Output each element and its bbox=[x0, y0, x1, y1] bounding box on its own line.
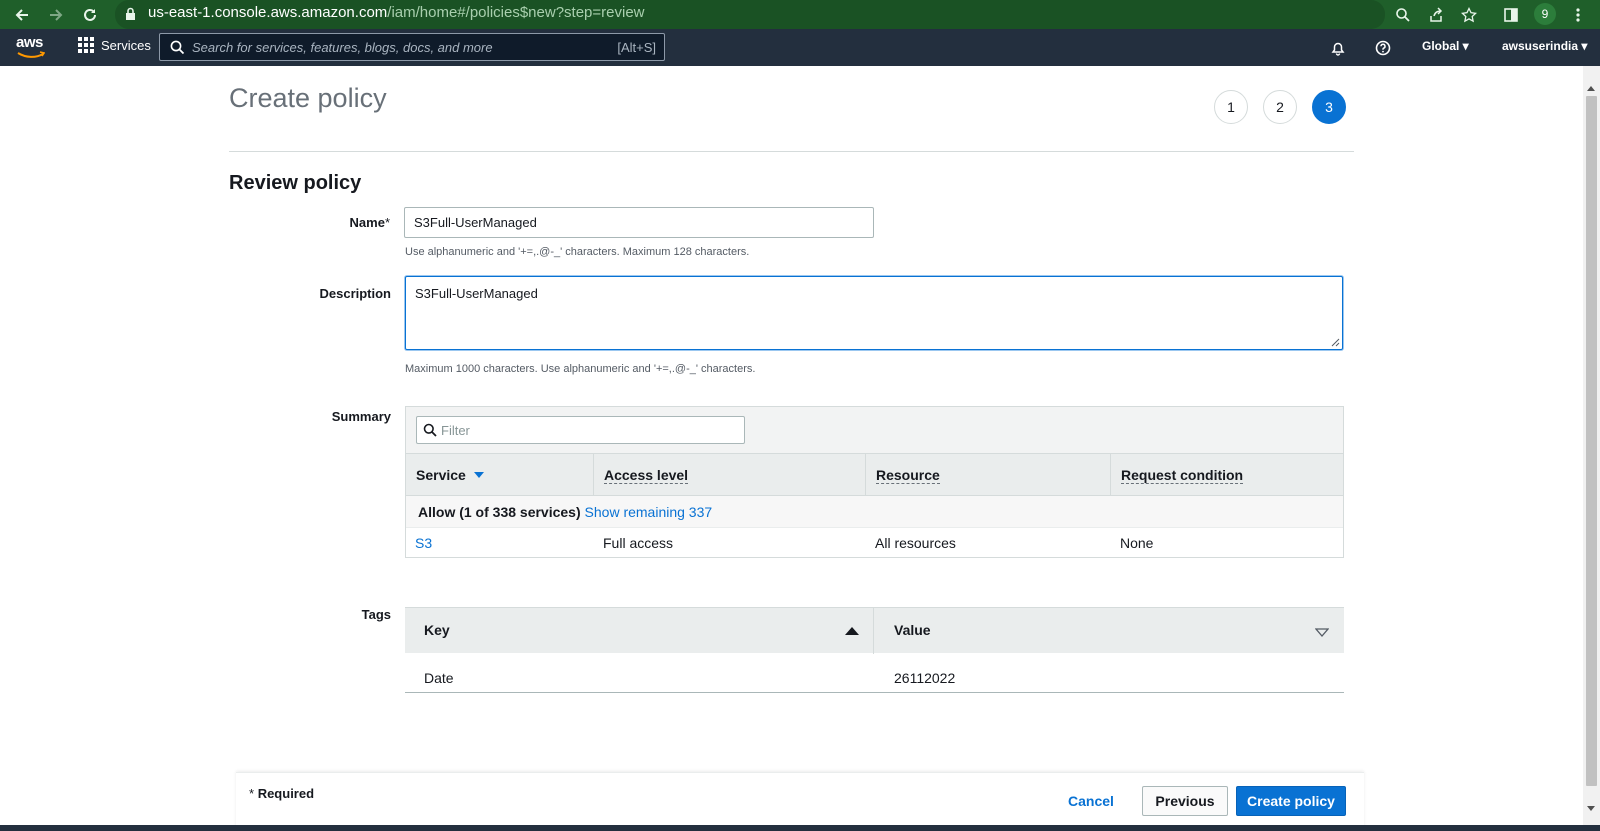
region-selector[interactable]: Global ▾ bbox=[1422, 39, 1469, 53]
scrollbar-thumb[interactable] bbox=[1586, 96, 1597, 786]
bell-icon[interactable] bbox=[1328, 38, 1348, 58]
step-1[interactable]: 1 bbox=[1214, 90, 1248, 124]
access-level-cell: Full access bbox=[603, 535, 674, 551]
cancel-button[interactable]: Cancel bbox=[1056, 786, 1126, 816]
required-note: * Required bbox=[249, 786, 314, 801]
region-label: Global bbox=[1422, 39, 1460, 53]
url-path: /iam/home#/policies$new?step=review bbox=[387, 4, 645, 21]
service-link-s3[interactable]: S3 bbox=[415, 535, 432, 551]
required-note-star: * bbox=[249, 786, 255, 801]
address-bar[interactable]: us-east-1.console.aws.amazon.com/iam/hom… bbox=[115, 0, 1385, 29]
required-note-label: Required bbox=[257, 786, 315, 801]
column-header-resource[interactable]: Resource bbox=[866, 454, 1111, 496]
search-icon bbox=[423, 423, 437, 442]
summary-table: Filter Service Access level Resource Req… bbox=[405, 406, 1344, 558]
account-menu[interactable]: awsuserindia ▾ bbox=[1502, 39, 1587, 53]
tags-label: Tags bbox=[361, 607, 391, 622]
url-text: us-east-1.console.aws.amazon.com/iam/hom… bbox=[148, 4, 645, 21]
share-icon[interactable] bbox=[1425, 4, 1447, 26]
sort-toggle-icon[interactable] bbox=[1315, 628, 1329, 637]
search-icon bbox=[170, 40, 185, 60]
policy-description-textarea[interactable]: S3Full-UserManaged bbox=[405, 276, 1343, 350]
tags-table: Key Value Date 26112022 bbox=[405, 607, 1344, 693]
column-header-access-level[interactable]: Access level bbox=[594, 454, 866, 496]
column-label: Request condition bbox=[1121, 466, 1244, 484]
forward-icon[interactable] bbox=[45, 4, 67, 26]
aws-logo[interactable]: aws bbox=[16, 34, 43, 51]
policy-name-input[interactable] bbox=[404, 207, 874, 238]
lock-icon bbox=[125, 7, 136, 26]
help-icon[interactable] bbox=[1373, 38, 1393, 58]
show-remaining-link[interactable]: Show remaining 337 bbox=[585, 504, 713, 520]
column-label: Resource bbox=[876, 466, 940, 484]
tags-header-row: Key Value bbox=[405, 607, 1344, 654]
name-label: Name* bbox=[330, 215, 390, 230]
description-hint: Maximum 1000 characters. Use alphanumeri… bbox=[405, 363, 756, 375]
services-label: Services bbox=[101, 37, 151, 53]
column-divider bbox=[873, 608, 874, 654]
previous-button[interactable]: Previous bbox=[1142, 786, 1228, 816]
star-icon[interactable] bbox=[1458, 4, 1480, 26]
required-star: * bbox=[384, 215, 390, 230]
column-header-request-condition[interactable]: Request condition bbox=[1111, 454, 1343, 496]
description-label: Description bbox=[319, 286, 391, 301]
filter-input[interactable]: Filter bbox=[416, 416, 745, 444]
sort-desc-icon bbox=[473, 472, 484, 478]
zoom-icon[interactable] bbox=[1392, 4, 1414, 26]
resize-grip-icon[interactable] bbox=[1331, 338, 1340, 347]
section-title: Review policy bbox=[229, 172, 362, 194]
search-placeholder: Search for services, features, blogs, do… bbox=[192, 40, 493, 55]
grid-icon bbox=[78, 37, 94, 53]
summary-header-row: Service Access level Resource Request co… bbox=[406, 454, 1343, 496]
services-menu-button[interactable]: Services bbox=[78, 37, 151, 53]
table-row: S3 Full access All resources None bbox=[406, 528, 1343, 558]
sort-asc-icon[interactable] bbox=[845, 627, 859, 635]
aws-search-input[interactable]: Search for services, features, blogs, do… bbox=[159, 33, 665, 61]
allow-text: Allow (1 of 338 services) bbox=[418, 503, 581, 520]
tags-column-value[interactable]: Value bbox=[894, 622, 931, 638]
header-divider bbox=[229, 151, 1354, 152]
resource-cell: All resources bbox=[875, 535, 956, 551]
allow-group-row: Allow (1 of 338 services) Show remaining… bbox=[406, 496, 1343, 528]
account-label: awsuserindia bbox=[1502, 39, 1579, 53]
browser-toolbar: us-east-1.console.aws.amazon.com/iam/hom… bbox=[0, 0, 1600, 29]
reload-icon[interactable] bbox=[79, 4, 101, 26]
kebab-menu-icon[interactable] bbox=[1567, 4, 1589, 26]
column-label: Access level bbox=[604, 466, 689, 484]
summary-label: Summary bbox=[331, 409, 391, 424]
column-label: Service bbox=[416, 467, 466, 483]
aws-smile-icon bbox=[17, 51, 45, 58]
page-title: Create policy bbox=[229, 83, 387, 113]
step-2[interactable]: 2 bbox=[1263, 90, 1297, 124]
request-condition-cell: None bbox=[1120, 535, 1154, 551]
column-header-service[interactable]: Service bbox=[406, 454, 594, 496]
scroll-down-icon[interactable] bbox=[1587, 806, 1595, 811]
name-hint: Use alphanumeric and '+=,.@-_' character… bbox=[405, 246, 750, 258]
tag-value-cell: 26112022 bbox=[894, 670, 956, 686]
name-label-text: Name bbox=[349, 215, 385, 230]
search-shortcut: [Alt+S] bbox=[617, 40, 656, 55]
create-policy-button[interactable]: Create policy bbox=[1236, 786, 1346, 816]
aws-top-nav: aws Services Search for services, featur… bbox=[0, 29, 1600, 66]
profile-avatar[interactable]: 9 bbox=[1534, 3, 1556, 25]
back-icon[interactable] bbox=[11, 4, 33, 26]
filter-placeholder: Filter bbox=[441, 423, 470, 438]
summary-filter-row: Filter bbox=[406, 407, 1343, 454]
bottom-strip bbox=[0, 825, 1600, 831]
form-footer: * Required Cancel Previous Create policy bbox=[236, 772, 1364, 831]
url-host: us-east-1.console.aws.amazon.com bbox=[148, 4, 388, 21]
tags-column-key[interactable]: Key bbox=[424, 622, 450, 638]
scroll-up-icon[interactable] bbox=[1587, 86, 1595, 91]
step-3-active: 3 bbox=[1312, 90, 1346, 124]
side-panel-icon[interactable] bbox=[1500, 4, 1522, 26]
tag-key-cell: Date bbox=[424, 670, 454, 686]
